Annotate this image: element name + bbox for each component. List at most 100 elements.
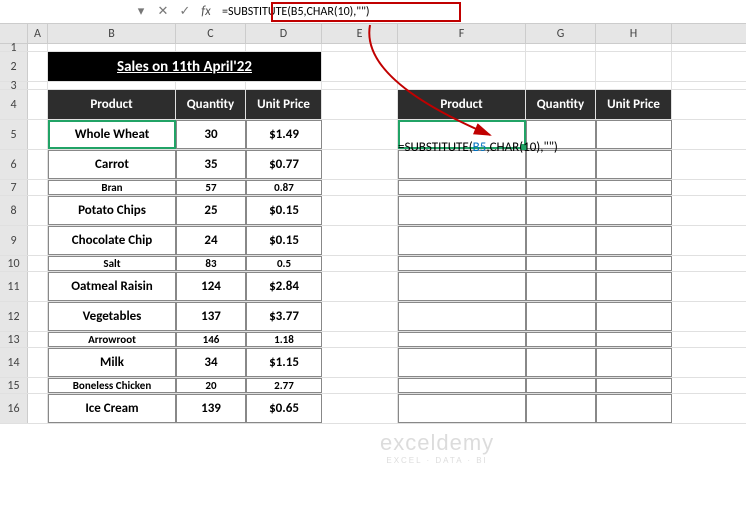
quantity-cell[interactable]: 25	[176, 196, 246, 225]
quantity-cell[interactable]: 139	[176, 394, 246, 423]
price-cell[interactable]: 2.77	[246, 378, 322, 393]
product-cell[interactable]: Milk	[48, 348, 176, 377]
empty-product-cell[interactable]	[398, 332, 526, 347]
empty-price-cell[interactable]	[596, 120, 672, 149]
cell[interactable]	[322, 302, 398, 331]
cell[interactable]	[28, 180, 48, 195]
row-header[interactable]: 16	[0, 394, 28, 423]
cell[interactable]	[48, 44, 176, 51]
product-cell[interactable]: Arrowroot	[48, 332, 176, 347]
row-header[interactable]: 14	[0, 348, 28, 377]
empty-price-cell[interactable]	[596, 272, 672, 301]
empty-price-cell[interactable]	[596, 394, 672, 423]
row-header[interactable]: 11	[0, 272, 28, 301]
cell[interactable]	[398, 82, 526, 89]
cell[interactable]	[398, 44, 526, 51]
empty-product-cell[interactable]	[398, 226, 526, 255]
cell[interactable]	[322, 82, 398, 89]
cell[interactable]	[28, 196, 48, 225]
product-cell[interactable]: Boneless Chicken	[48, 378, 176, 393]
cell[interactable]	[322, 180, 398, 195]
col-header-B[interactable]: B	[48, 24, 176, 43]
cell[interactable]	[28, 226, 48, 255]
product-cell[interactable]: Ice Cream	[48, 394, 176, 423]
cell[interactable]	[176, 82, 246, 89]
cell[interactable]	[322, 394, 398, 423]
col-header-C[interactable]: C	[176, 24, 246, 43]
cell[interactable]	[322, 120, 398, 149]
quantity-cell[interactable]: 24	[176, 226, 246, 255]
header-unit-price-r[interactable]: Unit Price	[596, 90, 672, 119]
header-product-r[interactable]: Product	[398, 90, 526, 119]
empty-qty-cell[interactable]	[526, 196, 596, 225]
price-cell[interactable]: $0.65	[246, 394, 322, 423]
empty-price-cell[interactable]	[596, 332, 672, 347]
quantity-cell[interactable]: 30	[176, 120, 246, 149]
empty-product-cell[interactable]	[398, 196, 526, 225]
product-cell[interactable]: Chocolate Chip	[48, 226, 176, 255]
quantity-cell[interactable]: 35	[176, 150, 246, 179]
price-cell[interactable]: $2.84	[246, 272, 322, 301]
quantity-cell[interactable]: 124	[176, 272, 246, 301]
empty-price-cell[interactable]	[596, 226, 672, 255]
col-header-G[interactable]: G	[526, 24, 596, 43]
cell[interactable]	[596, 52, 672, 81]
price-cell[interactable]: $0.15	[246, 226, 322, 255]
row-header[interactable]: 6	[0, 150, 28, 179]
cell[interactable]	[526, 44, 596, 51]
row-header[interactable]: 4	[0, 90, 28, 119]
cell[interactable]	[322, 226, 398, 255]
cell[interactable]	[28, 150, 48, 179]
product-cell[interactable]: Bran	[48, 180, 176, 195]
cell[interactable]	[322, 348, 398, 377]
name-box-dropdown-icon[interactable]: ▾	[130, 4, 152, 19]
cell[interactable]	[176, 44, 246, 51]
quantity-cell[interactable]: 146	[176, 332, 246, 347]
empty-product-cell[interactable]	[398, 348, 526, 377]
empty-qty-cell[interactable]	[526, 348, 596, 377]
price-cell[interactable]: $1.49	[246, 120, 322, 149]
price-cell[interactable]: 1.18	[246, 332, 322, 347]
price-cell[interactable]: $0.15	[246, 196, 322, 225]
empty-product-cell[interactable]	[398, 272, 526, 301]
cell[interactable]	[322, 44, 398, 51]
row-header[interactable]: 13	[0, 332, 28, 347]
cell[interactable]	[322, 150, 398, 179]
empty-price-cell[interactable]	[596, 150, 672, 179]
product-cell[interactable]: Potato Chips	[48, 196, 176, 225]
empty-qty-cell[interactable]	[526, 394, 596, 423]
empty-product-cell[interactable]	[398, 180, 526, 195]
quantity-cell[interactable]: 34	[176, 348, 246, 377]
cell[interactable]	[28, 302, 48, 331]
row-header[interactable]: 7	[0, 180, 28, 195]
row-header[interactable]: 5	[0, 120, 28, 149]
cell[interactable]	[398, 52, 526, 81]
header-quantity[interactable]: Quantity	[176, 90, 246, 119]
row-header[interactable]: 15	[0, 378, 28, 393]
cell[interactable]	[28, 44, 48, 51]
cell[interactable]	[28, 52, 48, 81]
header-quantity-r[interactable]: Quantity	[526, 90, 596, 119]
header-unit-price[interactable]: Unit Price	[246, 90, 322, 119]
empty-price-cell[interactable]	[596, 180, 672, 195]
row-header[interactable]: 10	[0, 256, 28, 271]
empty-qty-cell[interactable]	[526, 378, 596, 393]
empty-qty-cell[interactable]	[526, 180, 596, 195]
cell[interactable]	[322, 196, 398, 225]
empty-price-cell[interactable]	[596, 256, 672, 271]
empty-qty-cell[interactable]	[526, 332, 596, 347]
row-header[interactable]: 1	[0, 44, 28, 51]
cell[interactable]	[28, 82, 48, 89]
col-header-H[interactable]: H	[596, 24, 672, 43]
row-header[interactable]: 2	[0, 52, 28, 81]
cell[interactable]	[322, 256, 398, 271]
cell[interactable]	[246, 82, 322, 89]
cell[interactable]	[322, 332, 398, 347]
price-cell[interactable]: 0.5	[246, 256, 322, 271]
cell[interactable]	[28, 272, 48, 301]
cell[interactable]	[322, 378, 398, 393]
confirm-icon[interactable]: ✓	[174, 4, 196, 19]
product-cell[interactable]: Oatmeal Raisin	[48, 272, 176, 301]
formula-input[interactable]: =SUBSTITUTE(B5,CHAR(10),"")	[216, 3, 746, 21]
cell[interactable]	[526, 52, 596, 81]
